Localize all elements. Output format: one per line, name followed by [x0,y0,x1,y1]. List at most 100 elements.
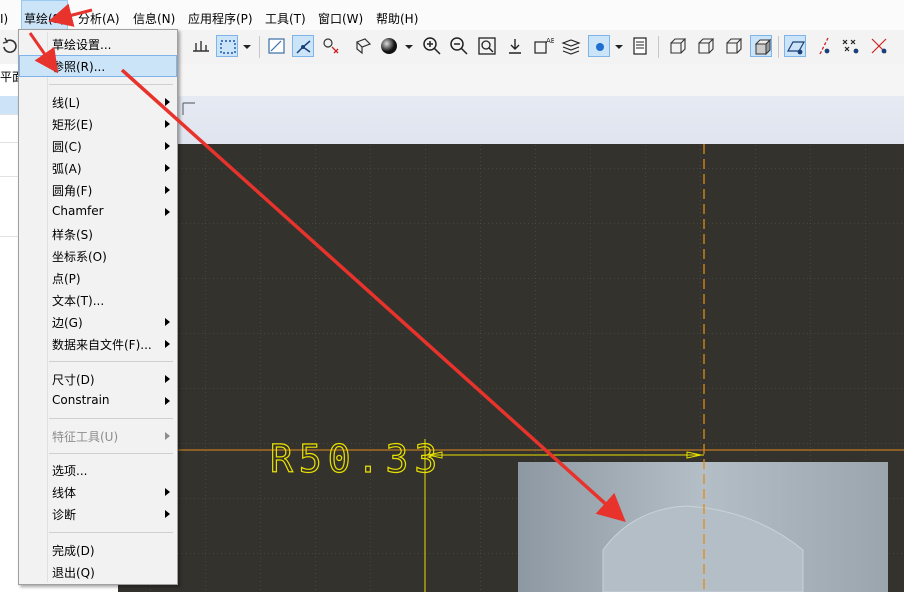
menu-item-label: 参照(R)... [52,60,106,74]
annotation-icon[interactable] [504,35,526,57]
menu-item-arc[interactable]: 弧(A) [19,157,177,179]
datum-plane-icon[interactable] [784,35,806,57]
menu-item-edge[interactable]: 边(G) [19,311,177,333]
orient-icon[interactable] [352,35,374,57]
menu-item-label: 线(L) [52,96,81,110]
sketch-drawing: R50.33 [118,144,904,592]
menu-item-label: 文本(T)... [52,294,105,308]
menu-item-label: 坐标系(O) [52,250,107,264]
saved-views-icon[interactable] [630,35,652,57]
submenu-arrow-icon [165,340,170,348]
shading-icon[interactable] [378,35,400,57]
menu-analysis[interactable]: 分析(A) [78,0,120,30]
dashboard-icon [182,102,195,115]
menu-separator [49,418,173,419]
zoom-out-icon[interactable] [448,35,470,57]
menu-item-label: 完成(D) [52,544,95,558]
datum-plane-icon[interactable]: AB [532,35,554,57]
menu-item-quit[interactable]: 退出(Q) [19,561,177,583]
sketch-tool-icon[interactable] [190,35,212,57]
menu-item-rectangle[interactable]: 矩形(E) [19,113,177,135]
submenu-arrow-icon [165,186,170,194]
menu-item-label: 边(G) [52,316,83,330]
submenu-arrow-icon [165,98,170,106]
menu-item-label: 选项... [52,464,88,478]
menu-item-data-from-file[interactable]: 数据来自文件(F)... [19,333,177,355]
menu-item-label: 草绘设置... [52,38,112,52]
menu-item-spline[interactable]: 样条(S) [19,223,177,245]
sketch-dropdown-menu: 草绘设置... 参照(R)... 线(L) 矩形(E) 圆(C) 弧(A) 圆角… [18,29,178,585]
menu-item-coordinate-system[interactable]: 坐标系(O) [19,245,177,267]
menu-item-sketch-setup[interactable]: 草绘设置... [19,33,177,55]
menu-item-dimension[interactable]: 尺寸(D) [19,368,177,390]
hidden-line-icon[interactable] [694,35,716,57]
submenu-arrow-icon [165,120,170,128]
dimension-text[interactable]: R50.33 [269,436,443,481]
zoom-in-icon[interactable] [421,35,443,57]
datum-icon[interactable] [320,35,342,57]
refit-icon[interactable] [476,35,498,57]
select-box-icon[interactable] [216,35,238,57]
menu-info[interactable]: 信息(N) [133,0,175,30]
submenu-arrow-icon [165,375,170,383]
menu-separator [49,84,173,85]
menu-item-label: 尺寸(D) [52,373,95,387]
menu-item-done[interactable]: 完成(D) [19,539,177,561]
menu-item-label: 圆角(F) [52,184,93,198]
submenu-arrow-icon [165,164,170,172]
submenu-arrow-icon [165,397,170,405]
submenu-arrow-icon [165,510,170,518]
menu-item-label: 诊断 [52,508,77,522]
menu-item-constrain[interactable]: Constrain [19,390,177,412]
csys-icon[interactable] [868,35,890,57]
submenu-arrow-icon [165,318,170,326]
submenu-arrow-icon [165,432,170,440]
menu-item-label: Chamfer [52,204,104,218]
menu-help[interactable]: 帮助(H) [376,0,418,30]
submenu-arrow-icon [165,488,170,496]
menu-item-label: 数据来自文件(F)... [52,338,152,352]
menu-separator [49,532,173,533]
menu-item-chamfer[interactable]: Chamfer [19,201,177,223]
menu-sketch[interactable]: 草绘(S) [21,0,68,30]
menu-item-label: Constrain [52,393,110,407]
menu-item-references[interactable]: 参照(R)... [19,55,177,77]
menu-item-line[interactable]: 线(L) [19,91,177,113]
menu-item-point[interactable]: 点(P) [19,267,177,289]
point-icon[interactable] [840,35,862,57]
dropdown-arrow-icon[interactable] [402,35,416,57]
display-style-icon[interactable] [588,35,610,57]
menu-item-line-style[interactable]: 线体 [19,481,177,503]
menu-item-circle[interactable]: 圆(C) [19,135,177,157]
menu-item-fillet[interactable]: 圆角(F) [19,179,177,201]
menu-item-label: 退出(Q) [52,566,95,580]
menu-separator [49,453,173,454]
menu-applications[interactable]: 应用程序(P) [188,0,253,30]
dropdown-arrow-icon[interactable] [240,35,254,57]
no-hidden-icon[interactable] [722,35,744,57]
wireframe-icon[interactable] [666,35,688,57]
menu-item-options[interactable]: 选项... [19,459,177,481]
menu-insert[interactable]: I) [0,0,8,30]
datum-axis-icon[interactable] [812,35,834,57]
menu-window[interactable]: 窗口(W) [318,0,363,30]
menu-item-label: 圆(C) [52,140,82,154]
menu-separator [49,361,173,362]
layers-icon[interactable] [560,35,582,57]
submenu-arrow-icon [165,142,170,150]
menu-bar: I) 草绘(S) 分析(A) 信息(N) 应用程序(P) 工具(T) 窗口(W)… [0,0,904,30]
menu-item-text[interactable]: 文本(T)... [19,289,177,311]
menu-item-label: 线体 [52,486,77,500]
menu-item-label: 特征工具(U) [52,430,119,444]
sketcher-icon[interactable] [266,35,288,57]
graphics-canvas[interactable]: R50.33 [118,144,904,592]
menu-tools[interactable]: 工具(T) [265,0,306,30]
dropdown-arrow-icon[interactable] [612,35,626,57]
svg-text:AB: AB [546,37,554,45]
menu-item-diagnostics[interactable]: 诊断 [19,503,177,525]
shaded-icon[interactable] [750,35,772,57]
menu-item-feature-tools: 特征工具(U) [19,425,177,447]
spline-icon[interactable] [292,35,314,57]
menu-item-label: 矩形(E) [52,118,93,132]
submenu-arrow-icon [165,208,170,216]
